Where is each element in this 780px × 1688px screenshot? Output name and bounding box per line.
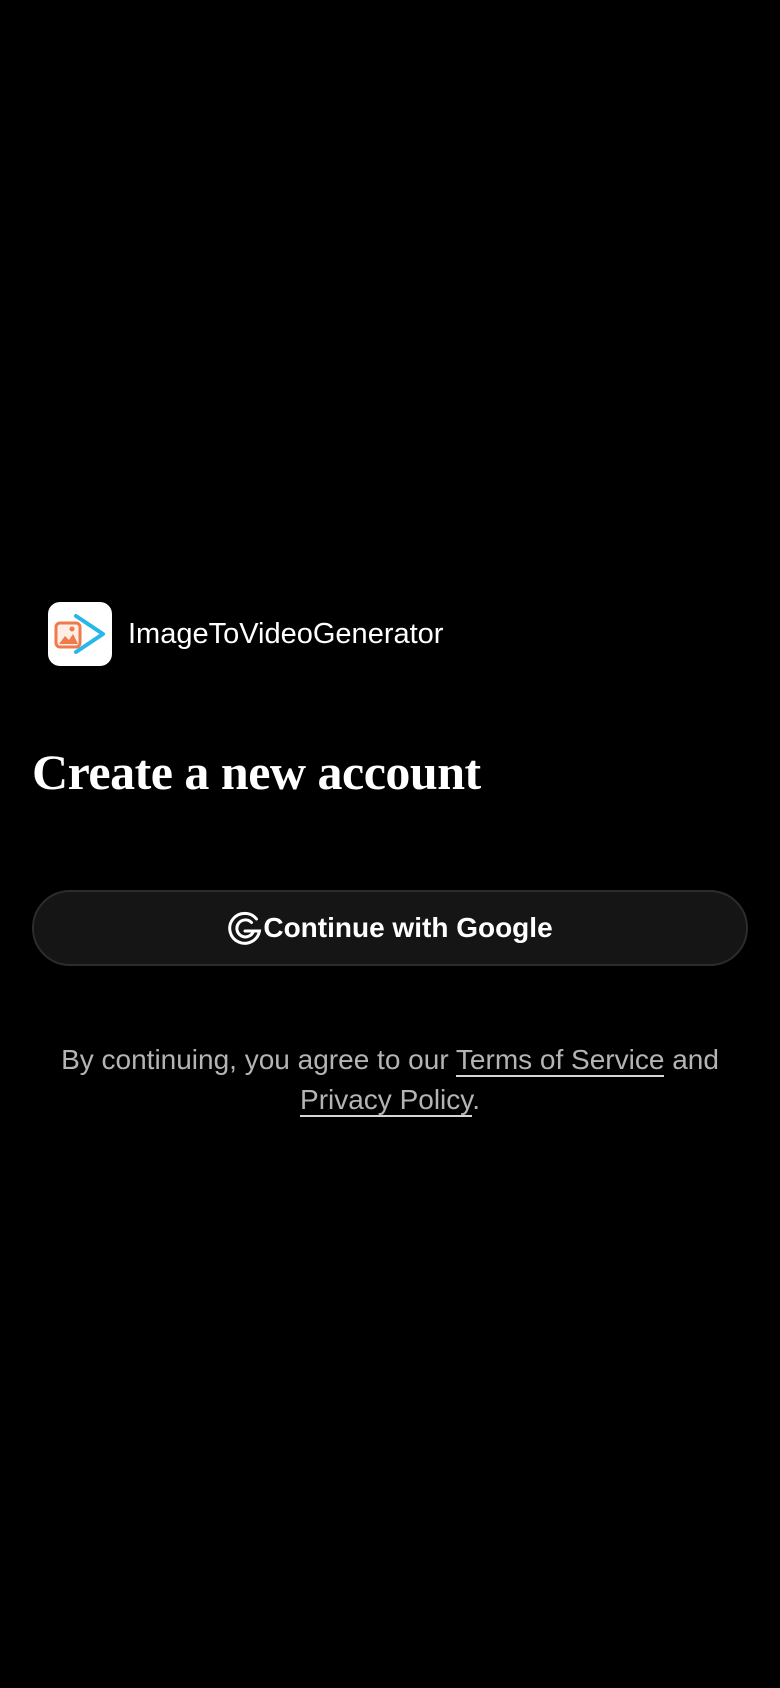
legal-middle: and <box>664 1044 719 1075</box>
continue-with-google-button[interactable]: Continue with Google <box>32 890 748 966</box>
app-logo-icon <box>48 602 112 666</box>
app-name: ImageToVideoGenerator <box>128 617 444 650</box>
legal-suffix: . <box>472 1084 480 1115</box>
legal-prefix: By continuing, you agree to our <box>61 1044 456 1075</box>
terms-of-service-link[interactable]: Terms of Service <box>455 1044 665 1077</box>
continue-with-google-label: Continue with Google <box>263 912 553 943</box>
privacy-policy-link[interactable]: Privacy Policy <box>300 1084 473 1117</box>
legal-notice: By continuing, you agree to our Terms of… <box>32 1040 748 1120</box>
page-title: Create a new account <box>32 744 481 800</box>
app-brand: ImageToVideoGenerator <box>48 602 443 666</box>
google-g-icon <box>227 910 263 946</box>
